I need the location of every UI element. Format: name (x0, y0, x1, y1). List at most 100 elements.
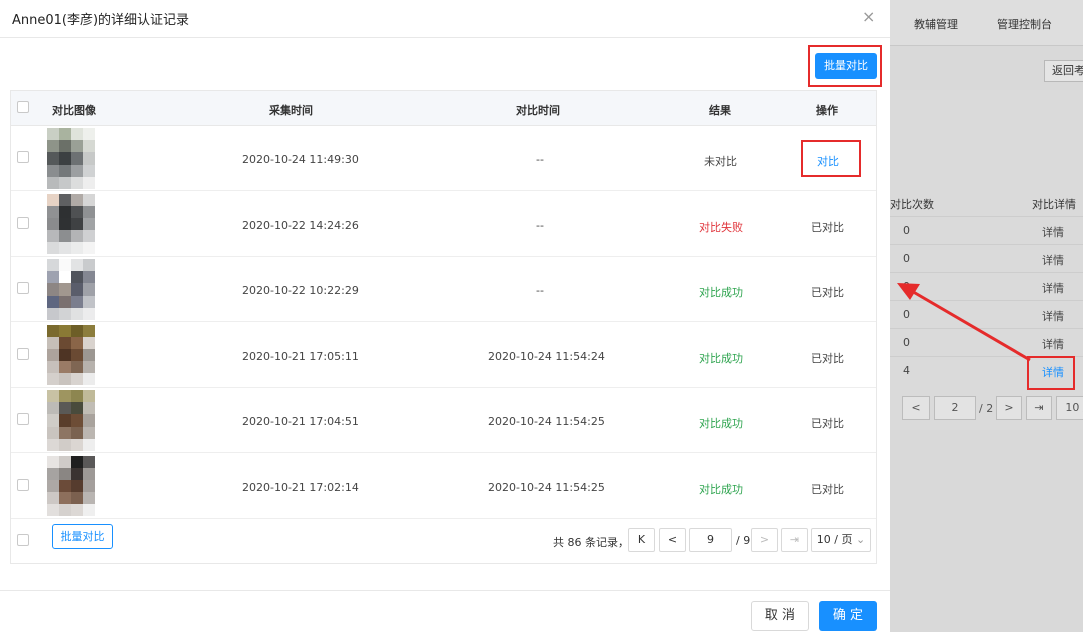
bg-detail-link[interactable]: 详情 (1042, 308, 1064, 324)
result-cell: 对比成功 (699, 286, 743, 299)
header-collect-time: 采集时间 (269, 104, 313, 117)
select-all-checkbox[interactable] (17, 101, 29, 113)
table-header: 对比图像 采集时间 对比时间 结果 操作 (11, 91, 876, 126)
face-thumbnail (47, 324, 107, 386)
table-row: 2020-10-21 17:02:14 2020-10-24 11:54:25 对比… (11, 454, 876, 519)
return-button[interactable]: 返回考 (1044, 60, 1083, 82)
action-cell: 已对比 (811, 351, 844, 365)
header-compare-time: 对比时间 (516, 104, 560, 117)
bg-detail-link[interactable]: 详情 (1042, 280, 1064, 296)
highlight-box-detail (1027, 356, 1075, 390)
row-checkbox[interactable] (17, 282, 29, 294)
row-checkbox[interactable] (17, 478, 29, 491)
bg-table-row: 0 详情 (890, 216, 1083, 244)
face-thumbnail (47, 455, 107, 517)
result-cell: 未对比 (704, 155, 737, 168)
bg-page-input[interactable]: 2 (934, 396, 976, 420)
bg-detail-link[interactable]: 详情 (1042, 224, 1064, 240)
highlight-box-batch (808, 45, 882, 87)
batch-compare-button-bottom[interactable]: 批量对比 (52, 524, 113, 549)
page-input[interactable]: 9 (689, 528, 732, 552)
bg-count-cell: 0 (903, 224, 910, 237)
modal-header: Anne01(李彦)的详细认证记录 × (0, 0, 890, 38)
bg-detail-link[interactable]: 详情 (1042, 336, 1064, 352)
bg-next-button[interactable]: > (996, 396, 1022, 420)
header-image: 对比图像 (52, 104, 96, 117)
compare-time-cell: -- (536, 218, 544, 232)
face-thumbnail (47, 390, 107, 451)
result-cell: 对比成功 (699, 351, 743, 365)
collect-time-cell: 2020-10-21 17:05:11 (242, 349, 359, 363)
compare-time-cell: 2020-10-24 11:54:24 (488, 349, 605, 363)
close-icon[interactable]: × (862, 7, 875, 26)
nav-item-tutoring[interactable]: 教辅管理 (914, 16, 958, 32)
modal-footer: 取 消 确 定 (0, 590, 890, 632)
header-compare-count: 对比次数 (890, 198, 934, 211)
bg-count-cell: 0 (903, 308, 910, 321)
cancel-button[interactable]: 取 消 (751, 601, 809, 631)
bg-prev-button[interactable]: < (902, 396, 930, 420)
modal-title: Anne01(李彦)的详细认证记录 (12, 13, 190, 28)
detail-modal: Anne01(李彦)的详细认证记录 × 批量对比 对比图像 采集时间 对比时间 … (0, 0, 890, 632)
records-table: 对比图像 采集时间 对比时间 结果 操作 2020-10-24 11:49:30… (10, 90, 877, 564)
action-cell: 已对比 (811, 482, 844, 496)
collect-time-cell: 2020-10-22 14:24:26 (242, 218, 359, 232)
collect-time-cell: 2020-10-21 17:04:51 (242, 415, 359, 428)
highlight-box-compare (801, 140, 861, 177)
chevron-down-icon: ⌄ (855, 533, 866, 546)
bg-table-row: 0 详情 (890, 272, 1083, 300)
row-checkbox[interactable] (17, 413, 29, 425)
bg-detail-link[interactable]: 详情 (1042, 252, 1064, 268)
header-action: 操作 (816, 104, 838, 117)
background-page: 教辅管理 管理控制台 返回考 对比次数 对比详情 0 详情 0 详情 0 详情 0 详情 0 详情… (890, 0, 1083, 632)
compare-time-cell: 2020-10-24 11:54:25 (488, 480, 605, 494)
page-size-value: 10 / 页 (816, 533, 853, 546)
prev-page-button[interactable]: < (659, 528, 686, 552)
compare-time-cell: -- (536, 284, 544, 297)
action-cell: 已对比 (811, 220, 844, 234)
bg-count-cell: 0 (903, 252, 910, 265)
next-page-button[interactable]: > (751, 528, 778, 552)
bg-table-row: 0 详情 (890, 244, 1083, 272)
compare-time-cell: -- (536, 153, 544, 166)
face-thumbnail (47, 259, 107, 320)
nav-item-console[interactable]: 管理控制台 (997, 16, 1052, 32)
result-cell: 对比失败 (699, 220, 743, 234)
collect-time-cell: 2020-10-21 17:02:14 (242, 480, 359, 494)
bg-count-cell: 0 (903, 336, 910, 349)
bg-last-button[interactable]: ⇥ (1026, 396, 1052, 420)
result-cell: 对比成功 (699, 482, 743, 496)
table-row: 2020-10-22 10:22:29 -- 对比成功 已对比 (11, 257, 876, 322)
collect-time-cell: 2020-10-22 10:22:29 (242, 284, 359, 297)
action-cell: 已对比 (811, 417, 844, 430)
table-row: 2020-10-22 14:24:26 -- 对比失败 已对比 (11, 192, 876, 257)
bg-table-row: 0 详情 (890, 328, 1083, 356)
last-page-button[interactable]: ⇥ (781, 528, 808, 552)
header-result: 结果 (709, 104, 731, 117)
total-records: 共 86 条记录， (553, 536, 629, 549)
first-page-button[interactable]: K (628, 528, 655, 552)
header-compare-detail: 对比详情 (1032, 198, 1076, 211)
bg-page-size[interactable]: 10 / (1056, 396, 1083, 420)
action-cell: 已对比 (811, 286, 844, 299)
table-row: 2020-10-21 17:05:11 2020-10-24 11:54:24 对比… (11, 323, 876, 388)
collect-time-cell: 2020-10-24 11:49:30 (242, 153, 359, 166)
face-thumbnail (47, 128, 107, 189)
bg-table-row: 0 详情 (890, 300, 1083, 328)
table-row: 2020-10-24 11:49:30 -- 未对比 对比 (11, 126, 876, 191)
result-cell: 对比成功 (699, 417, 743, 430)
page-total: / 9 (736, 534, 751, 547)
page-size-select[interactable]: 10 / 页 ⌄ (811, 528, 871, 552)
footer-checkbox[interactable] (17, 534, 29, 546)
face-thumbnail (47, 193, 107, 255)
row-checkbox[interactable] (17, 347, 29, 360)
table-footer: 批量对比 共 86 条记录， K < 9 / 9 > ⇥ 10 / 页 ⌄ (11, 518, 876, 564)
table-row: 2020-10-21 17:04:51 2020-10-24 11:54:25 对比… (11, 388, 876, 453)
bg-page-total: / 2 (979, 402, 994, 415)
confirm-button[interactable]: 确 定 (819, 601, 877, 631)
row-checkbox[interactable] (17, 151, 29, 163)
row-checkbox[interactable] (17, 216, 29, 229)
compare-time-cell: 2020-10-24 11:54:25 (488, 415, 605, 428)
bg-count-cell: 4 (903, 364, 910, 377)
background-nav: 教辅管理 管理控制台 (890, 0, 1083, 46)
